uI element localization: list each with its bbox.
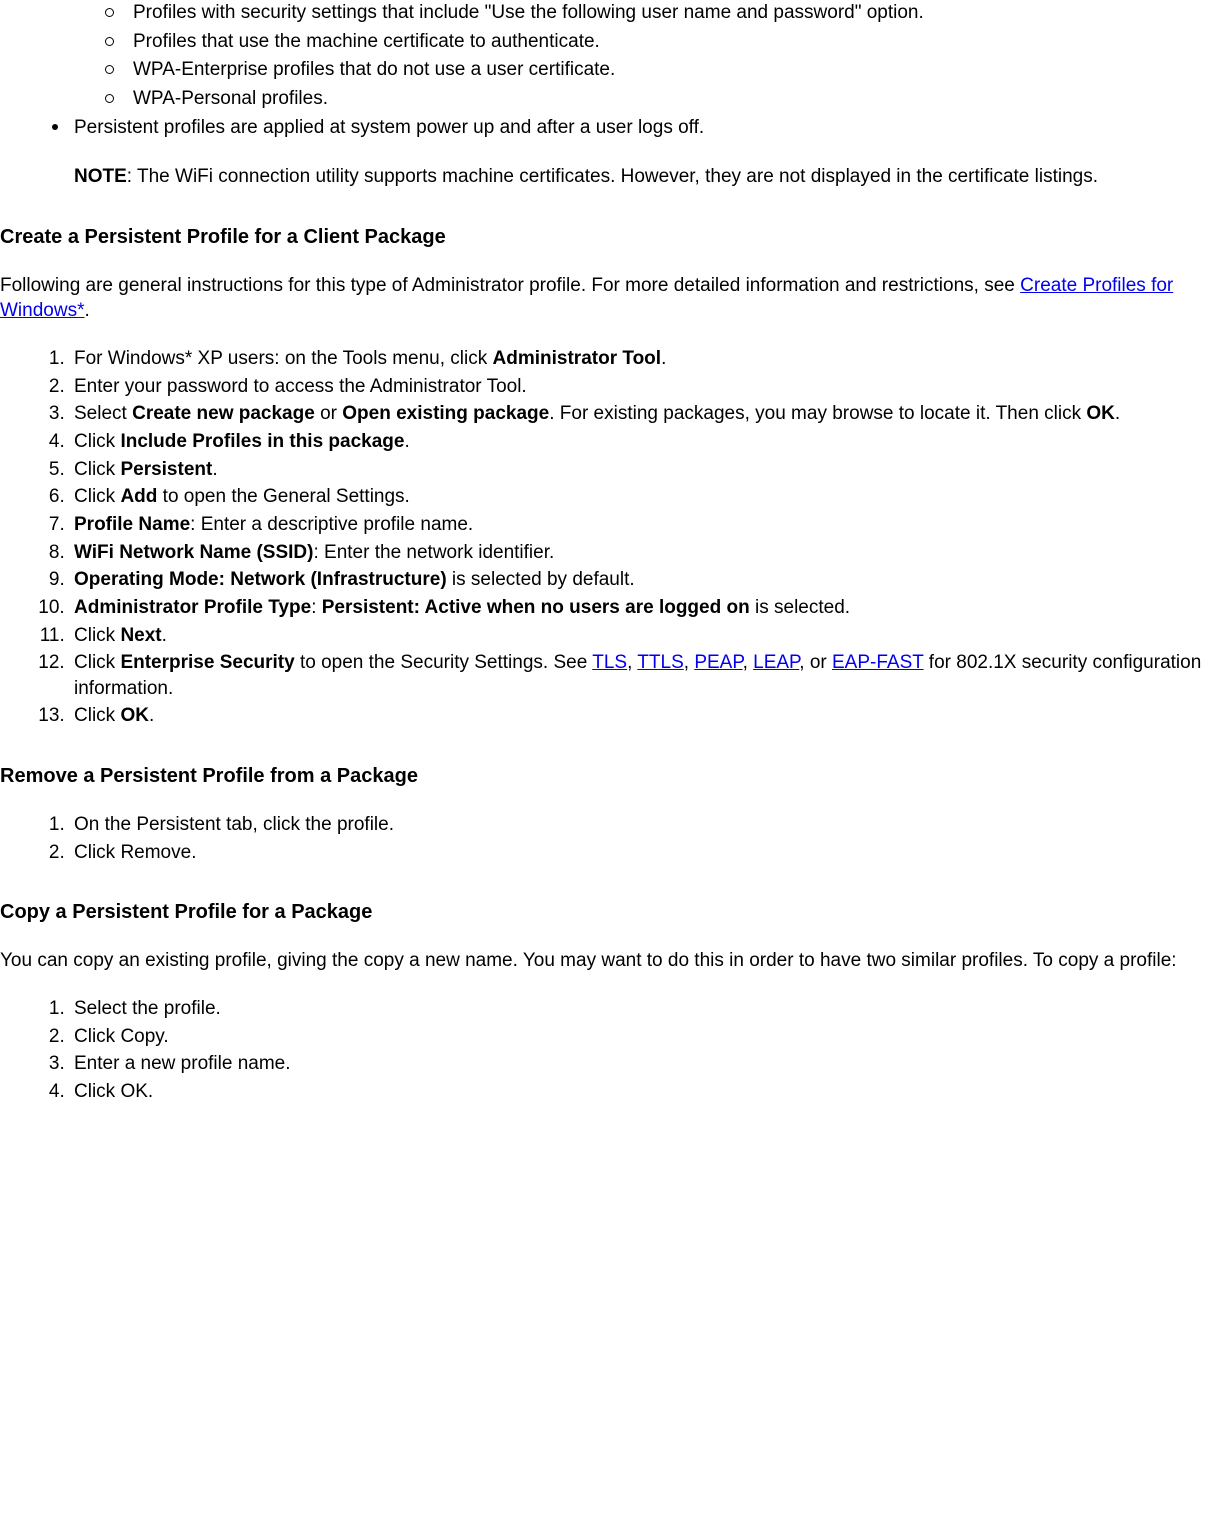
text: .: [162, 625, 167, 646]
bold-text: OK: [120, 705, 149, 726]
text: .: [149, 705, 154, 726]
bold-text: OK: [1086, 403, 1115, 424]
copy-intro-paragraph: You can copy an existing profile, giving…: [0, 948, 1212, 974]
bold-text: Open existing package: [342, 403, 549, 424]
bold-text: Administrator Profile Type: [74, 597, 311, 618]
step-item: On the Persistent tab, click the profile…: [70, 812, 1212, 838]
link-tls[interactable]: TLS: [592, 652, 627, 673]
bold-text: Operating Mode: Network (Infrastructure): [74, 569, 447, 590]
step-item: Click OK.: [70, 703, 1212, 729]
step-item: Click OK.: [70, 1079, 1212, 1105]
bold-text: Administrator Tool: [493, 348, 662, 369]
text: Click: [74, 459, 120, 480]
create-steps-list: For Windows* XP users: on the Tools menu…: [0, 346, 1212, 729]
intro-paragraph: Following are general instructions for t…: [0, 273, 1212, 324]
text: Click: [74, 486, 120, 507]
text: ,: [627, 652, 637, 673]
step-item: Profile Name: Enter a descriptive profil…: [70, 512, 1212, 538]
bold-text: Profile Name: [74, 514, 190, 535]
text: : Enter a descriptive profile name.: [190, 514, 473, 535]
text: . For existing packages, you may browse …: [549, 403, 1086, 424]
text: .: [1115, 403, 1120, 424]
step-item: Operating Mode: Network (Infrastructure)…: [70, 567, 1212, 593]
profile-types-sublist: Profiles with security settings that inc…: [0, 0, 1212, 112]
copy-steps-list: Select the profile. Click Copy. Enter a …: [0, 996, 1212, 1105]
bold-text: Enterprise Security: [120, 652, 294, 673]
remove-steps-list: On the Persistent tab, click the profile…: [0, 812, 1212, 865]
list-item: WPA-Enterprise profiles that do not use …: [113, 57, 1212, 83]
bold-text: Include Profiles in this package: [120, 431, 404, 452]
text: .: [661, 348, 666, 369]
text: .: [212, 459, 217, 480]
list-item: Profiles that use the machine certificat…: [113, 29, 1212, 55]
bold-text: Persistent: [120, 459, 212, 480]
heading-remove-persistent: Remove a Persistent Profile from a Packa…: [0, 763, 1212, 790]
text: Click: [74, 705, 120, 726]
persistent-info-list: Persistent profiles are applied at syste…: [0, 115, 1212, 190]
step-item: Click Add to open the General Settings.: [70, 484, 1212, 510]
bold-text: Create new package: [132, 403, 315, 424]
bold-text: Persistent: Active when no users are log…: [322, 597, 750, 618]
note-text: : The WiFi connection utility supports m…: [127, 166, 1098, 187]
text: Click: [74, 431, 120, 452]
step-item: Click Persistent.: [70, 457, 1212, 483]
step-item: Click Enterprise Security to open the Se…: [70, 650, 1212, 701]
list-item: Persistent profiles are applied at syste…: [44, 115, 1212, 190]
text: Click: [74, 625, 120, 646]
text: to open the General Settings.: [157, 486, 409, 507]
bold-text: Next: [120, 625, 161, 646]
heading-copy-persistent: Copy a Persistent Profile for a Package: [0, 899, 1212, 926]
bold-text: Add: [120, 486, 157, 507]
step-item: Enter your password to access the Admini…: [70, 374, 1212, 400]
list-item-text: Persistent profiles are applied at syste…: [74, 117, 704, 138]
list-item: Profiles with security settings that inc…: [113, 0, 1212, 26]
step-item: Click Next.: [70, 623, 1212, 649]
step-item: Click Copy.: [70, 1024, 1212, 1050]
text: ,: [684, 652, 695, 673]
bold-text: WiFi Network Name (SSID): [74, 542, 313, 563]
text: Select: [74, 403, 132, 424]
step-item: For Windows* XP users: on the Tools menu…: [70, 346, 1212, 372]
text: , or: [799, 652, 832, 673]
link-leap[interactable]: LEAP: [753, 652, 799, 673]
text: .: [404, 431, 409, 452]
note-label: NOTE: [74, 166, 127, 187]
step-item: Select Create new package or Open existi…: [70, 401, 1212, 427]
step-item: Enter a new profile name.: [70, 1051, 1212, 1077]
document-body: Profiles with security settings that inc…: [0, 0, 1212, 1105]
text: :: [311, 597, 322, 618]
step-item: Click Include Profiles in this package.: [70, 429, 1212, 455]
text: is selected by default.: [447, 569, 635, 590]
note-block: NOTE: The WiFi connection utility suppor…: [74, 164, 1212, 190]
text: .: [84, 300, 89, 321]
step-item: Administrator Profile Type: Persistent: …: [70, 595, 1212, 621]
text: Click: [74, 652, 120, 673]
text: : Enter the network identifier.: [313, 542, 554, 563]
list-item: WPA-Personal profiles.: [113, 86, 1212, 112]
step-item: Select the profile.: [70, 996, 1212, 1022]
text: or: [315, 403, 342, 424]
text: For Windows* XP users: on the Tools menu…: [74, 348, 493, 369]
step-item: Click Remove.: [70, 840, 1212, 866]
step-item: WiFi Network Name (SSID): Enter the netw…: [70, 540, 1212, 566]
text: is selected.: [750, 597, 850, 618]
text: to open the Security Settings. See: [295, 652, 593, 673]
link-ttls[interactable]: TTLS: [637, 652, 683, 673]
link-peap[interactable]: PEAP: [694, 652, 742, 673]
text: ,: [743, 652, 754, 673]
heading-create-persistent: Create a Persistent Profile for a Client…: [0, 224, 1212, 251]
text: Following are general instructions for t…: [0, 275, 1020, 296]
link-eap-fast[interactable]: EAP-FAST: [832, 652, 924, 673]
